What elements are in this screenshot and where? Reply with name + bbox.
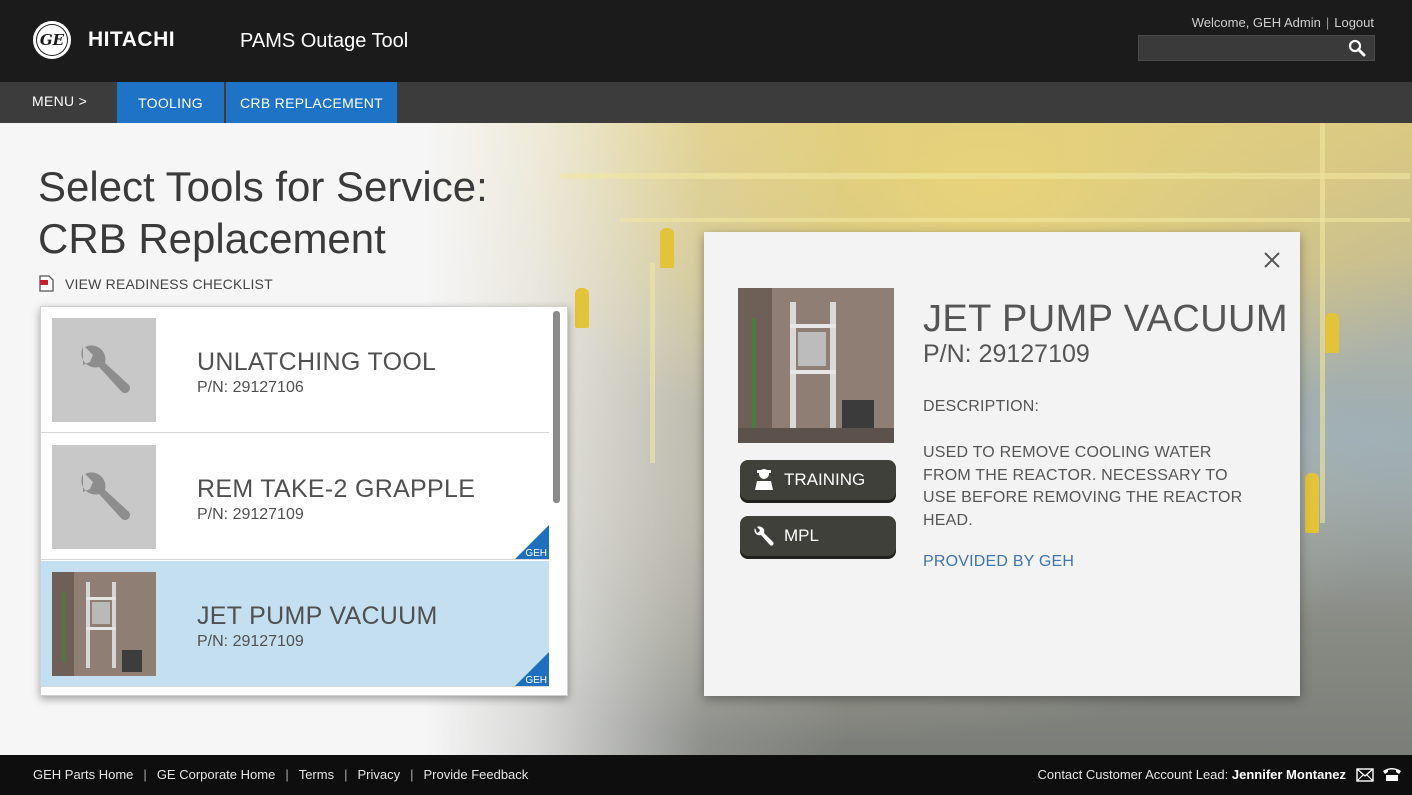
geh-badge-icon: GEH	[515, 525, 549, 559]
tool-thumbnail	[52, 445, 156, 549]
contact-info: Contact Customer Account Lead: Jennifer …	[1037, 767, 1346, 782]
tool-list-item[interactable]: REM TAKE-2 GRAPPLE P/N: 29127109 GEH	[41, 434, 549, 560]
ge-logo[interactable]: GE	[33, 21, 71, 59]
detail-part-number: P/N: 29127109	[923, 340, 1090, 368]
provided-by-link[interactable]: PROVIDED BY GEH	[923, 553, 1074, 571]
contact-label: Contact Customer Account Lead:	[1037, 767, 1229, 782]
search-icon[interactable]	[1348, 39, 1366, 57]
search-input[interactable]	[1145, 39, 1340, 57]
close-icon[interactable]	[1260, 248, 1284, 272]
tab-tooling[interactable]: TOOLING	[117, 82, 224, 123]
nav-bar: MENU > TOOLING CRB REPLACEMENT	[0, 82, 1412, 123]
checklist-label[interactable]: VIEW READINESS CHECKLIST	[65, 276, 273, 292]
tool-part-number: P/N: 29127109	[197, 633, 304, 650]
mail-icon[interactable]	[1356, 768, 1374, 782]
description-text: USED TO REMOVE COOLING WATER FROM THE RE…	[923, 444, 1243, 529]
divider: |	[1325, 15, 1330, 30]
footer-link-privacy[interactable]: Privacy	[357, 767, 400, 782]
page-title-line2: CRB Replacement	[38, 215, 386, 262]
background-worker	[660, 228, 674, 268]
tool-photo	[52, 572, 156, 676]
divider: |	[410, 767, 414, 782]
tool-part-number: P/N: 29127109	[197, 506, 304, 523]
logout-link[interactable]: Logout	[1334, 15, 1374, 30]
footer-link-ge-corporate-home[interactable]: GE Corporate Home	[157, 767, 276, 782]
footer-link-terms[interactable]: Terms	[299, 767, 334, 782]
description-label: DESCRIPTION:	[923, 398, 1040, 415]
person-icon	[755, 469, 773, 490]
menu-button[interactable]: MENU >	[32, 93, 87, 109]
phone-icon[interactable]	[1382, 766, 1402, 782]
search-box[interactable]	[1138, 35, 1375, 61]
page-title-line1: Select Tools for Service:	[38, 163, 488, 210]
background-worker	[575, 288, 589, 328]
tool-detail-panel: TRAINING MPL JET PUMP VACUUM P/N: 291271…	[704, 232, 1300, 696]
background-rail	[560, 173, 1410, 179]
welcome-text: Welcome, GEH Admin	[1191, 15, 1321, 30]
wrench-icon	[81, 472, 130, 520]
user-bar: Welcome, GEH Admin | Logout	[1192, 15, 1374, 30]
tool-photo-image	[52, 572, 156, 676]
scrollbar[interactable]	[553, 311, 560, 503]
footer: GEH Parts Home | GE Corporate Home | Terms…	[0, 755, 1412, 795]
tool-name: REM TAKE-2 GRAPPLE	[197, 475, 476, 503]
tool-name: JET PUMP VACUUM	[197, 602, 438, 630]
ge-logo-text: GE	[39, 31, 65, 49]
background-rail	[650, 263, 655, 463]
geh-badge-label: GEH	[525, 548, 547, 559]
divider: |	[285, 767, 289, 782]
divider: |	[143, 767, 147, 782]
document-icon	[39, 275, 54, 292]
mpl-button[interactable]: MPL	[740, 516, 896, 556]
tool-detail-image	[738, 288, 894, 443]
tool-list-item-selected[interactable]: JET PUMP VACUUM P/N: 29127109 GEH	[41, 561, 549, 687]
mpl-label: MPL	[784, 526, 819, 545]
background-worker	[1325, 313, 1339, 353]
wrench-icon	[81, 345, 130, 393]
tab-crb-replacement[interactable]: CRB REPLACEMENT	[226, 82, 397, 123]
contact-name: Jennifer Montanez	[1231, 767, 1346, 782]
tool-list-item[interactable]: UNLATCHING TOOL P/N: 29127106	[41, 307, 549, 433]
hitachi-logo[interactable]: HITACHI	[88, 28, 175, 52]
app-title: PAMS Outage Tool	[240, 30, 409, 52]
readiness-checklist-link[interactable]: VIEW READINESS CHECKLIST	[39, 275, 273, 292]
tool-list[interactable]: UNLATCHING TOOL P/N: 29127106 REM TAKE-2…	[40, 306, 568, 696]
footer-link-provide-feedback[interactable]: Provide Feedback	[424, 767, 529, 782]
wrench-icon	[754, 526, 774, 546]
tool-part-number: P/N: 29127106	[197, 379, 304, 396]
page-title: Select Tools for Service: CRB Replacemen…	[38, 161, 488, 265]
tool-thumbnail	[52, 318, 156, 422]
divider: |	[344, 767, 348, 782]
detail-title: JET PUMP VACUUM	[923, 298, 1288, 340]
tool-detail-photo	[738, 288, 894, 443]
background-worker	[1305, 473, 1319, 533]
footer-link-geh-parts-home[interactable]: GEH Parts Home	[33, 767, 133, 782]
background-rail	[620, 218, 1410, 222]
tool-name: UNLATCHING TOOL	[197, 348, 437, 376]
training-label: TRAINING	[784, 470, 866, 489]
footer-links: GEH Parts Home | GE Corporate Home | Terms…	[33, 767, 528, 782]
training-button[interactable]: TRAINING	[740, 460, 896, 500]
app-header: GE HITACHI PAMS Outage Tool Welcome, GEH…	[0, 0, 1412, 82]
geh-badge-icon: GEH	[515, 652, 549, 686]
geh-badge-label: GEH	[525, 675, 547, 686]
